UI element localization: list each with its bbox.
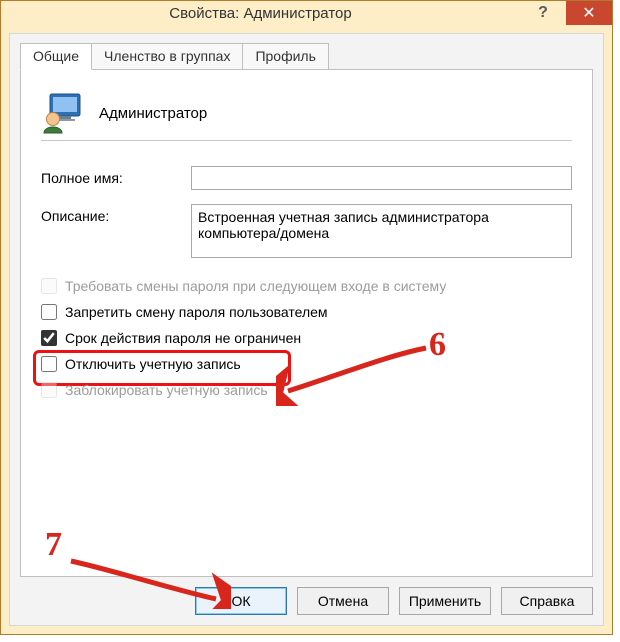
window-title: Свойства: Администратор [1, 5, 520, 22]
tab-profile[interactable]: Профиль [242, 43, 328, 70]
check-lock-account: Заблокировать учетную запись [41, 382, 572, 398]
row-description: Описание: [41, 204, 572, 258]
user-display-name: Администратор [99, 105, 207, 122]
close-button[interactable]: ✕ [566, 1, 612, 25]
check-disable-account[interactable]: Отключить учетную запись [41, 356, 572, 372]
tabpage-general: Администратор Полное имя: Описание: Треб… [20, 69, 593, 577]
check-lock-account-label: Заблокировать учетную запись [65, 382, 268, 398]
help-button[interactable]: ? [520, 1, 566, 25]
row-full-name: Полное имя: [41, 166, 572, 190]
client-area: Общие Членство в группах Профиль Админис… [9, 33, 604, 626]
check-lock-account-box [41, 382, 57, 398]
dialog-window: Свойства: Администратор ? ✕ Общие Членст… [0, 0, 613, 635]
full-name-input[interactable] [191, 166, 572, 190]
check-password-never-expires-label: Срок действия пароля не ограничен [65, 330, 301, 346]
check-cannot-change-password[interactable]: Запретить смену пароля пользователем [41, 304, 572, 320]
check-must-change-password-label: Требовать смены пароля при следующем вхо… [65, 278, 446, 294]
separator [41, 140, 572, 142]
check-cannot-change-password-label: Запретить смену пароля пользователем [65, 304, 328, 320]
tab-memberof[interactable]: Членство в группах [91, 43, 243, 70]
tabstrip: Общие Членство в группах Профиль [20, 42, 603, 69]
check-disable-account-box[interactable] [41, 356, 57, 372]
checkbox-group: Требовать смены пароля при следующем вхо… [41, 278, 572, 398]
titlebar: Свойства: Администратор ? ✕ [1, 1, 612, 25]
apply-button[interactable]: Применить [399, 587, 491, 615]
check-password-never-expires[interactable]: Срок действия пароля не ограничен [41, 330, 572, 346]
tab-general[interactable]: Общие [20, 43, 92, 70]
check-disable-account-label: Отключить учетную запись [65, 356, 241, 372]
check-must-change-password: Требовать смены пароля при следующем вхо… [41, 278, 572, 294]
check-password-never-expires-box[interactable] [41, 330, 57, 346]
description-input[interactable] [191, 204, 572, 258]
dialog-buttons: ОК Отмена Применить Справка [20, 587, 593, 615]
check-cannot-change-password-box[interactable] [41, 304, 57, 320]
cancel-button[interactable]: Отмена [297, 587, 389, 615]
full-name-label: Полное имя: [41, 166, 191, 186]
ok-button[interactable]: ОК [195, 587, 287, 615]
user-header: Администратор [41, 92, 572, 134]
user-monitor-icon [41, 92, 83, 134]
description-label: Описание: [41, 204, 191, 224]
titlebar-buttons: ? ✕ [520, 1, 612, 25]
check-must-change-password-box [41, 278, 57, 294]
help-button-bottom[interactable]: Справка [501, 587, 593, 615]
